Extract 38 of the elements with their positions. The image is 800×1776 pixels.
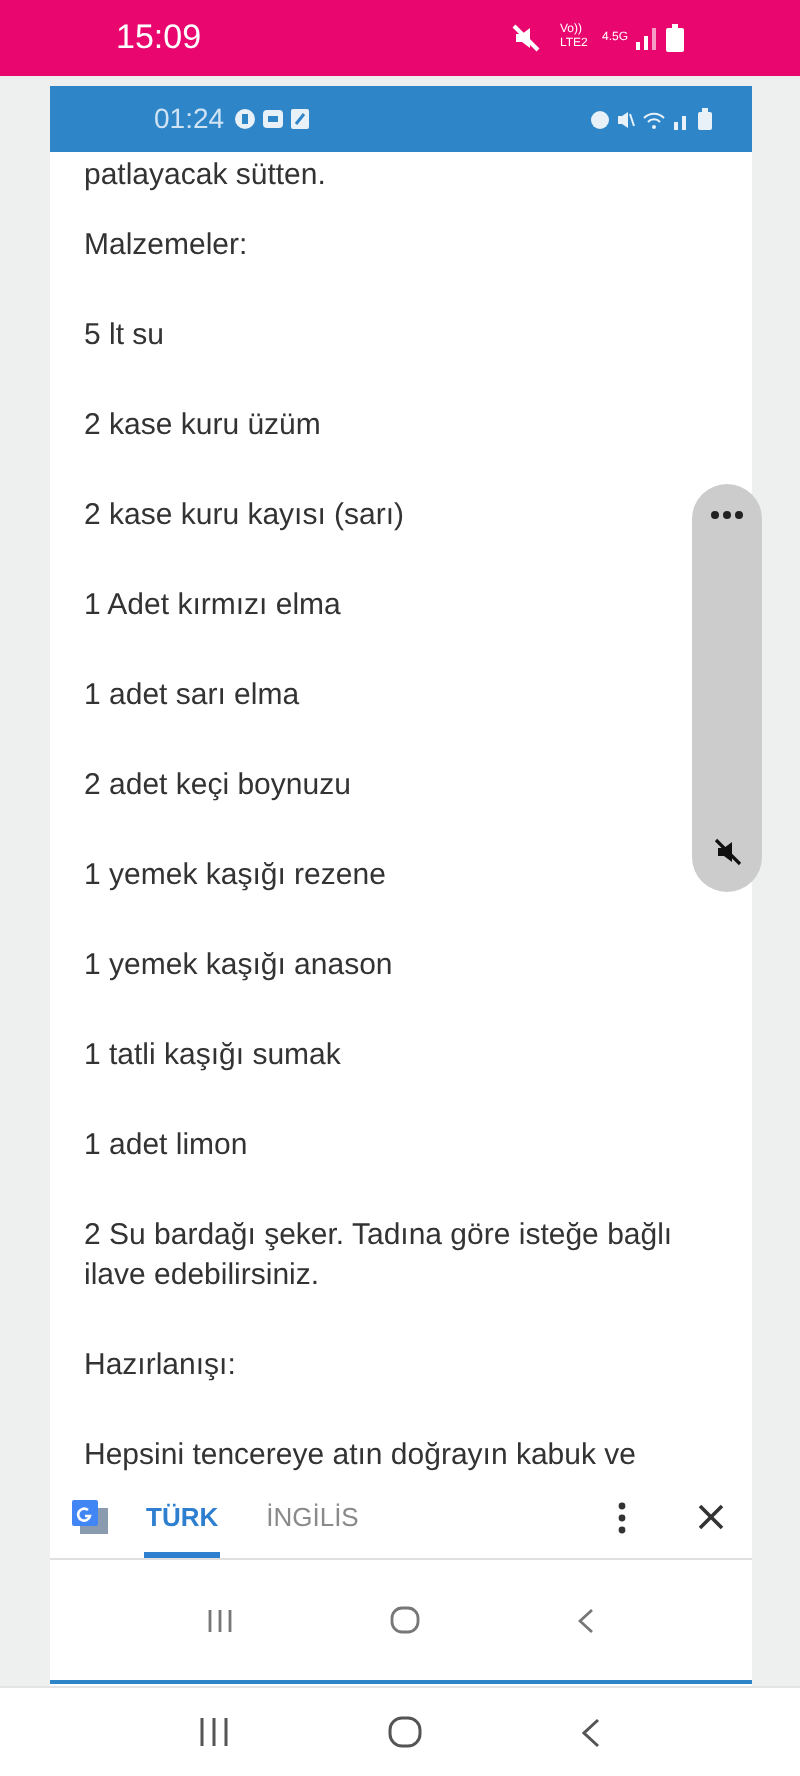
paragraph: 1 Adet kırmızı elma [84,586,343,626]
clock: 01:24 [154,100,225,138]
paragraph: Hazırlanışı: [84,1346,238,1386]
close-icon[interactable] [698,1504,724,1530]
paragraph: 2 kase kuru kayısı (sarı) [84,496,407,536]
more-icon[interactable] [710,510,744,520]
paragraph: 2 adet keçi boynuzu [84,766,353,806]
paragraph: 1 tatli kaşığı sumak [84,1036,343,1076]
battery-icon [698,108,712,130]
signal-icon [634,26,658,50]
language-tab[interactable]: İNGİLİS [264,1476,361,1558]
paragraph: 2 kase kuru üzüm [84,406,323,446]
status-icon [290,108,311,130]
translate-icon[interactable] [70,1497,110,1537]
paragraph: patlayacak sütten. [84,156,328,196]
more-icon[interactable] [618,1501,626,1533]
paragraph: Hepsini tencereye atın doğrayın kabuk ve [84,1436,638,1476]
status-icon [262,108,285,130]
home-icon[interactable] [389,1606,420,1634]
paragraph: 2 Su bardağı şeker. Tadına göre isteğe bağlı ilave edebilirsiniz. [84,1216,675,1296]
mute-icon [616,109,636,129]
back-icon[interactable] [582,1717,600,1747]
recents-icon[interactable] [200,1718,228,1746]
mute-icon [511,24,540,52]
battery-icon [666,24,684,52]
wifi-icon [642,109,666,129]
clock: 15:09 [116,16,202,61]
mute-icon[interactable] [713,838,741,866]
paragraph: 1 yemek kaşığı rezene [84,856,388,896]
back-icon[interactable] [577,1607,594,1633]
home-icon[interactable] [388,1716,422,1748]
paragraph: 1 adet limon [84,1126,250,1166]
status-icon [234,108,257,130]
paragraph: Malzemeler: [84,226,250,266]
paragraph: 1 yemek kaşığı anason [84,946,395,986]
paragraph: 1 adet sarı elma [84,676,302,716]
paragraph: 5 lt su [84,316,167,356]
recents-icon[interactable] [208,1609,233,1631]
